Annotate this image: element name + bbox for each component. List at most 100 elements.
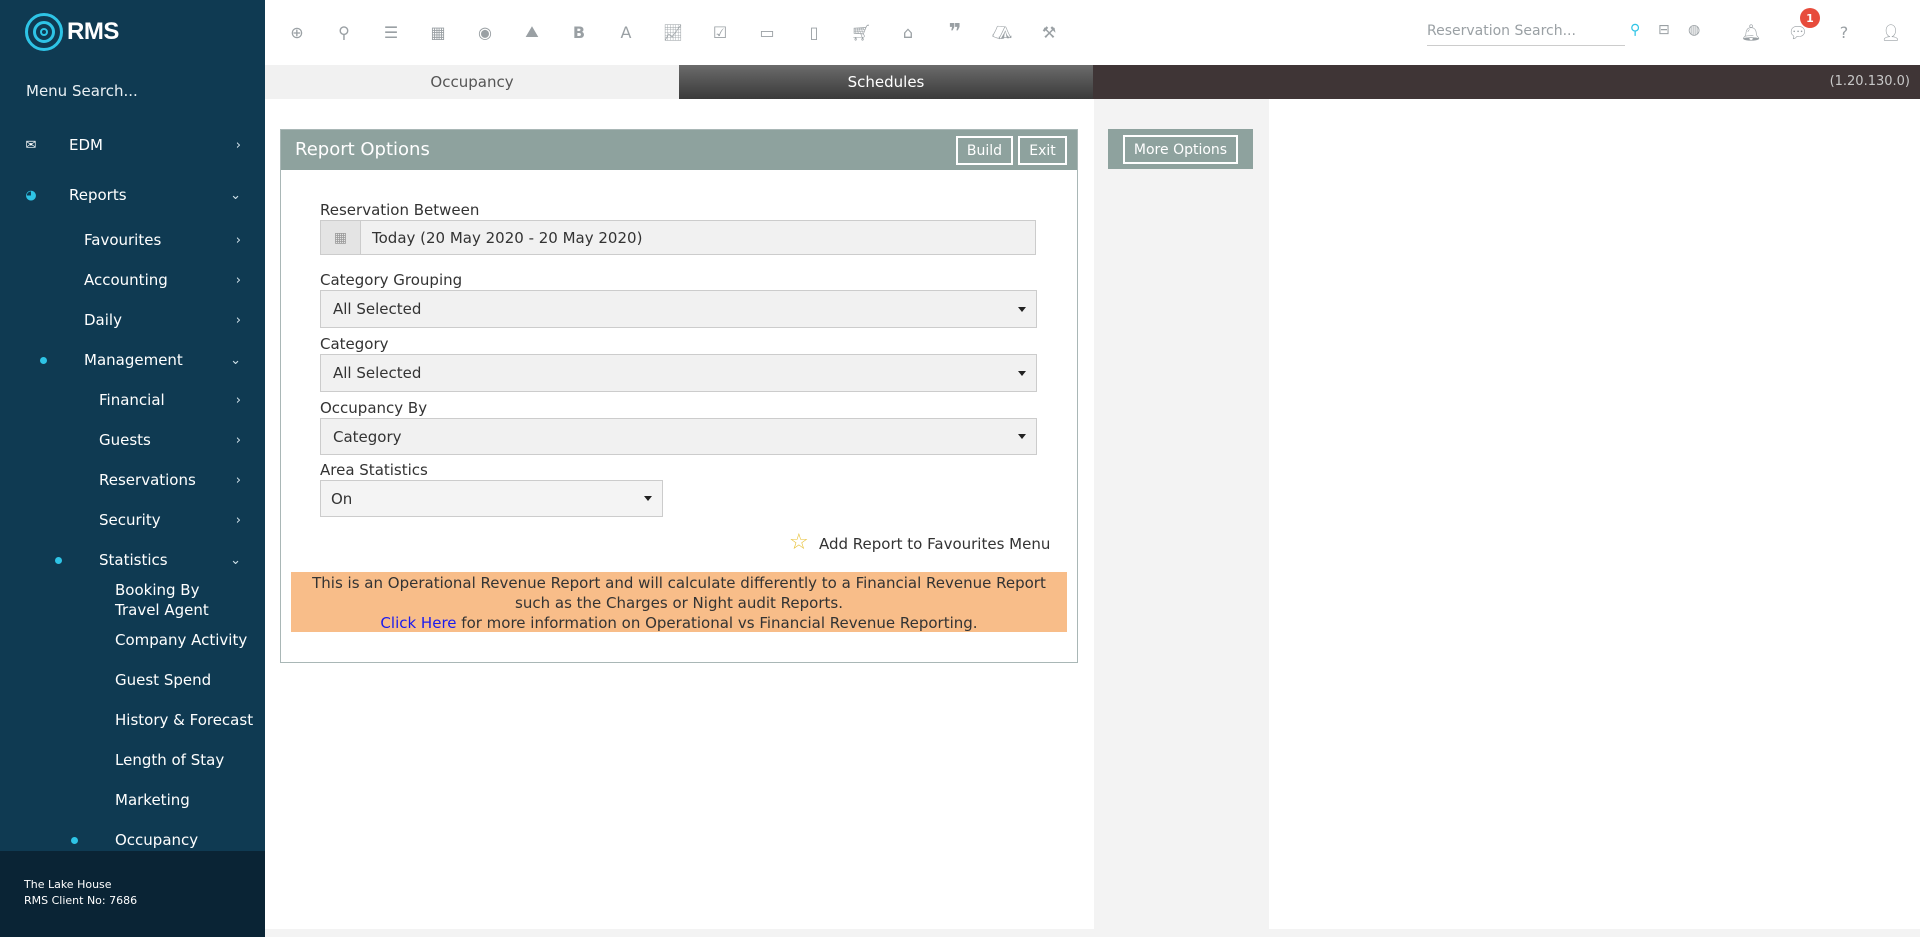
sidebar-item-accounting[interactable]: Accounting › [0,260,265,300]
category-label: Category [320,335,389,353]
sidebar-item-label: Security [99,511,161,529]
area-statistics-value: On [331,489,353,508]
sidebar-item-label: Length of Stay [115,751,225,769]
search-icon[interactable]: ⚲ [332,20,356,44]
sidebar-item-label: History & Forecast [115,711,254,729]
factory-icon[interactable]: ⌂ [896,20,920,44]
reservation-search-input[interactable]: Reservation Search... [1427,20,1625,46]
add-icon[interactable]: ⊕ [285,20,309,44]
document-icon[interactable]: ▯ [802,20,826,44]
globe-icon[interactable]: ◍ [1688,22,1700,38]
sidebar-item-company-activity[interactable]: Company Activity [0,620,265,660]
sidebar-item-booking-by-travel-agent[interactable]: Booking By Travel Agent [0,578,265,622]
bell-icon[interactable]: 🔔︎ [1739,20,1763,44]
checklist-icon[interactable]: ☑ [708,20,732,44]
bottom-strip [265,929,1920,937]
area-statistics-select[interactable]: On [320,480,663,517]
sidebar-item-label: EDM [69,136,103,154]
hammer-icon[interactable]: ⚒ [1037,20,1061,44]
bold-b-icon[interactable]: B [567,20,591,44]
active-dot [55,556,62,564]
click-here-link[interactable]: Click Here [380,614,456,632]
sidebar-item-management[interactable]: Management ⌄ [0,340,265,380]
chevron-right-icon: › [235,432,241,448]
sidebar-item-edm[interactable]: ✉ EDM › [0,125,265,165]
sidebar-item-security[interactable]: Security › [0,500,265,540]
map-icon[interactable]: ⛰ [520,20,544,44]
active-dot [71,836,78,844]
sidebar-item-daily[interactable]: Daily › [0,300,265,340]
property-name: The Lake House [24,878,112,891]
chevron-right-icon: › [235,392,241,408]
bed-icon[interactable]: ⛺︎ [990,20,1014,44]
sidebar-item-guest-spend[interactable]: Guest Spend [0,660,265,700]
sidebar-item-label: Marketing [115,791,190,809]
add-to-favourites-link[interactable]: Add Report to Favourites Menu [819,535,1050,553]
sidebar-item-reports[interactable]: ◕ Reports ⌄ [0,175,265,215]
sliders-icon[interactable]: ☰ [379,20,403,44]
occupancy-by-select[interactable]: Category [320,418,1037,455]
sidebar-item-label: Reservations [99,471,196,489]
id-card-icon[interactable]: ▭ [755,20,779,44]
sidebar-item-label: Guests [99,431,151,449]
caret-down-icon [644,496,652,501]
notification-badge: 1 [1800,8,1820,28]
help-icon[interactable]: ? [1832,20,1856,44]
search-icon[interactable]: ⚲ [1630,22,1640,38]
more-options-panel [1094,99,1269,929]
notice-line-2: such as the Charges or Night audit Repor… [515,594,843,612]
sidebar-item-label: Statistics [99,551,168,569]
line-chart-icon[interactable]: 📈︎ [661,20,685,44]
category-grouping-label: Category Grouping [320,271,463,289]
chevron-right-icon: › [235,137,241,153]
bed-icon[interactable]: ⊟ [1658,22,1670,38]
rms-logo[interactable]: RMS [25,13,119,51]
chevron-right-icon: › [235,232,241,248]
chevron-right-icon: › [235,312,241,328]
calendar-icon[interactable]: ▦ [321,221,361,254]
sidebar-item-label: Financial [99,391,165,409]
chevron-right-icon: › [235,272,241,288]
sidebar-item-financial[interactable]: Financial › [0,380,265,420]
tab-schedules[interactable]: Schedules [679,65,1093,99]
sidebar-item-reservations[interactable]: Reservations › [0,460,265,500]
category-select[interactable]: All Selected [320,354,1037,392]
sidebar-item-statistics[interactable]: Statistics ⌄ [0,540,265,580]
exit-button[interactable]: Exit [1018,136,1067,165]
chevron-down-icon: ⌄ [230,187,241,203]
cart-icon[interactable]: 🛒︎ [849,20,873,44]
star-icon[interactable]: ☆ [789,532,809,554]
tab-bar: Occupancy Schedules (1.20.130.0) [265,65,1920,99]
version-label: (1.20.130.0) [1829,74,1910,89]
font-a-icon[interactable]: A [614,20,638,44]
sidebar-item-length-of-stay[interactable]: Length of Stay [0,740,265,780]
reservation-between-field[interactable]: ▦ Today (20 May 2020 - 20 May 2020) [320,220,1036,255]
sidebar-item-marketing[interactable]: Marketing [0,780,265,820]
report-options-title: Report Options [295,139,430,160]
more-options-button[interactable]: More Options [1123,135,1238,164]
property-info: The Lake House RMS Client No: 7686 [0,851,265,937]
category-grouping-select[interactable]: All Selected [320,290,1037,328]
sidebar-item-guests[interactable]: Guests › [0,420,265,460]
sidebar-item-label: Daily [84,311,122,329]
user-icon[interactable]: 👤︎ [1879,20,1903,44]
sidebar-item-history-forecast[interactable]: History & Forecast [0,700,265,740]
sidebar-item-favourites[interactable]: Favourites › [0,220,265,260]
occupancy-by-label: Occupancy By [320,399,428,417]
caret-down-icon [1018,371,1026,376]
chevron-down-icon: ⌄ [230,352,241,368]
chevron-right-icon: › [235,512,241,528]
quote-icon[interactable]: ❞ [943,20,967,45]
rms-logo-icon [25,13,63,51]
menu-search-input[interactable]: Menu Search... [26,82,138,100]
tab-occupancy[interactable]: Occupancy [265,65,679,99]
sidebar-item-label: Favourites [84,231,162,249]
occupancy-by-value: Category [333,427,402,446]
user-circle-icon[interactable]: ◉ [473,20,497,44]
sidebar-item-label: Company Activity [115,631,248,649]
grid-icon[interactable]: ▦ [426,20,450,44]
build-button[interactable]: Build [956,136,1013,165]
sidebar-item-label: Occupancy [115,831,199,849]
report-options-header: Report Options Build Exit [281,130,1077,170]
sidebar-item-label: Booking By Travel Agent [115,581,209,619]
